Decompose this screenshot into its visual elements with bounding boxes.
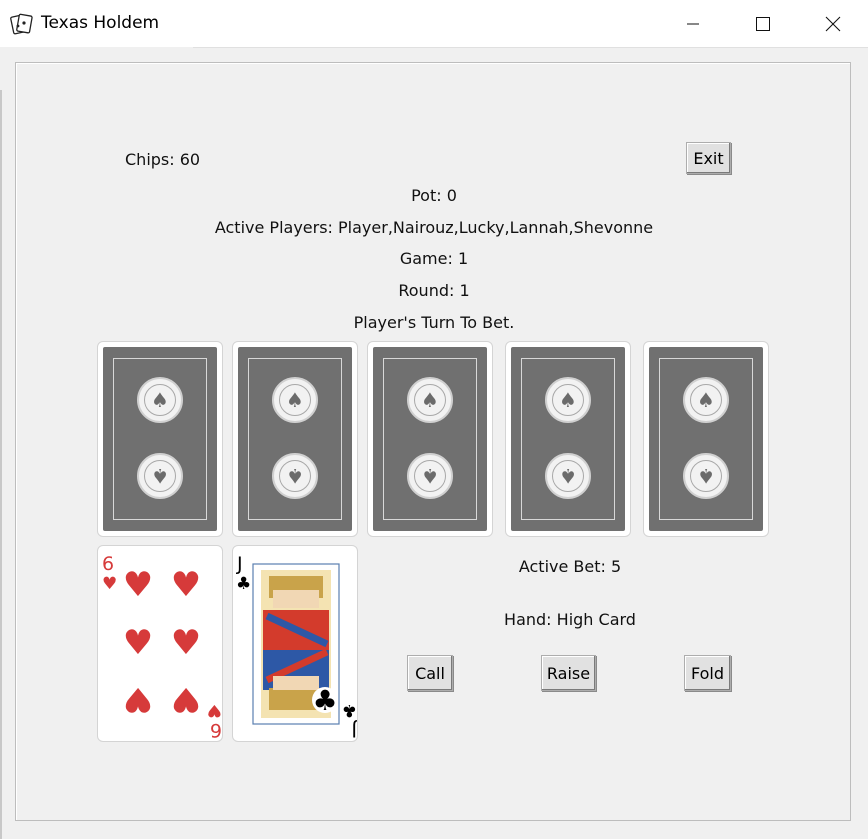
pot-label: Pot: 0 (411, 186, 457, 205)
card-back: ♠ ♠ (511, 347, 625, 531)
exit-button[interactable]: Exit (686, 142, 731, 174)
card-rank-top: 6 (102, 553, 114, 575)
hand-card-6-hearts: 6 ♥ ♥ ♥ ♥ ♥ ♥ ♥ 6 ♥ (97, 545, 223, 742)
spade-emblem-icon: ♠ (272, 453, 318, 499)
spade-emblem-icon: ♠ (545, 453, 591, 499)
card-suit-bottom: ♥ (207, 700, 222, 720)
card-suit-top: ♣ (236, 574, 251, 594)
card-suit-top: ♥ (102, 574, 117, 594)
title-bar: Texas Holdem (0, 0, 868, 47)
spade-emblem-icon: ♠ (137, 453, 183, 499)
community-card-2: ♠ ♠ (232, 341, 358, 537)
minimize-icon (687, 23, 699, 24)
pip: ♥ (123, 679, 153, 719)
hand-label: Hand: High Card (504, 610, 636, 629)
pip: ♥ (123, 565, 153, 605)
close-button[interactable] (798, 0, 868, 47)
card-back: ♠ ♠ (238, 347, 352, 531)
minimize-button[interactable] (658, 0, 728, 47)
chips-label: Chips: 60 (125, 150, 201, 169)
card-back: ♠ ♠ (649, 347, 763, 531)
spade-emblem-icon: ♠ (272, 377, 318, 423)
card-rank-top: J (236, 553, 243, 575)
active-players-label: Active Players: Player,Nairouz,Lucky,Lan… (214, 218, 654, 237)
round-label: Round: 1 (398, 281, 470, 300)
spade-emblem-icon: ♠ (683, 377, 729, 423)
call-button[interactable]: Call (407, 655, 453, 691)
spade-emblem-icon: ♠ (407, 377, 453, 423)
jack-card-face: J ♣ ♣ J ♣ (236, 553, 358, 741)
hearts-card-face: 6 ♥ ♥ ♥ ♥ ♥ ♥ ♥ 6 ♥ (102, 553, 222, 741)
community-card-1: ♠ ♠ (97, 341, 223, 537)
active-bet-label: Active Bet: 5 (518, 557, 622, 576)
card-rank-bottom: J (351, 719, 357, 741)
pip: ♥ (123, 623, 153, 663)
pip: ♥ (171, 565, 201, 605)
fold-button[interactable]: Fold (684, 655, 731, 691)
hand-card-jack-clubs: J ♣ ♣ J ♣ (232, 545, 358, 742)
raise-button[interactable]: Raise (541, 655, 596, 691)
card-back: ♠ ♠ (103, 347, 217, 531)
spade-emblem-icon: ♠ (545, 377, 591, 423)
maximize-button[interactable] (728, 0, 798, 47)
card-suit-center: ♣ (312, 684, 337, 717)
close-icon (825, 16, 841, 31)
spade-emblem-icon: ♠ (683, 453, 729, 499)
card-rank-bottom: 6 (210, 719, 222, 741)
card-back: ♠ ♠ (373, 347, 487, 531)
cards-icon (10, 13, 33, 35)
titlebar-divider (193, 47, 868, 48)
community-card-4: ♠ ♠ (505, 341, 631, 537)
window-title: Texas Holdem (41, 13, 160, 33)
spade-emblem-icon: ♠ (407, 453, 453, 499)
community-card-3: ♠ ♠ (367, 341, 493, 537)
turn-label: Player's Turn To Bet. (353, 313, 515, 332)
community-card-5: ♠ ♠ (643, 341, 769, 537)
game-label: Game: 1 (399, 249, 469, 268)
pip: ♥ (171, 623, 201, 663)
maximize-icon (756, 16, 770, 31)
card-suit-bottom: ♣ (342, 700, 357, 720)
spade-emblem-icon: ♠ (137, 377, 183, 423)
pip: ♥ (171, 679, 201, 719)
